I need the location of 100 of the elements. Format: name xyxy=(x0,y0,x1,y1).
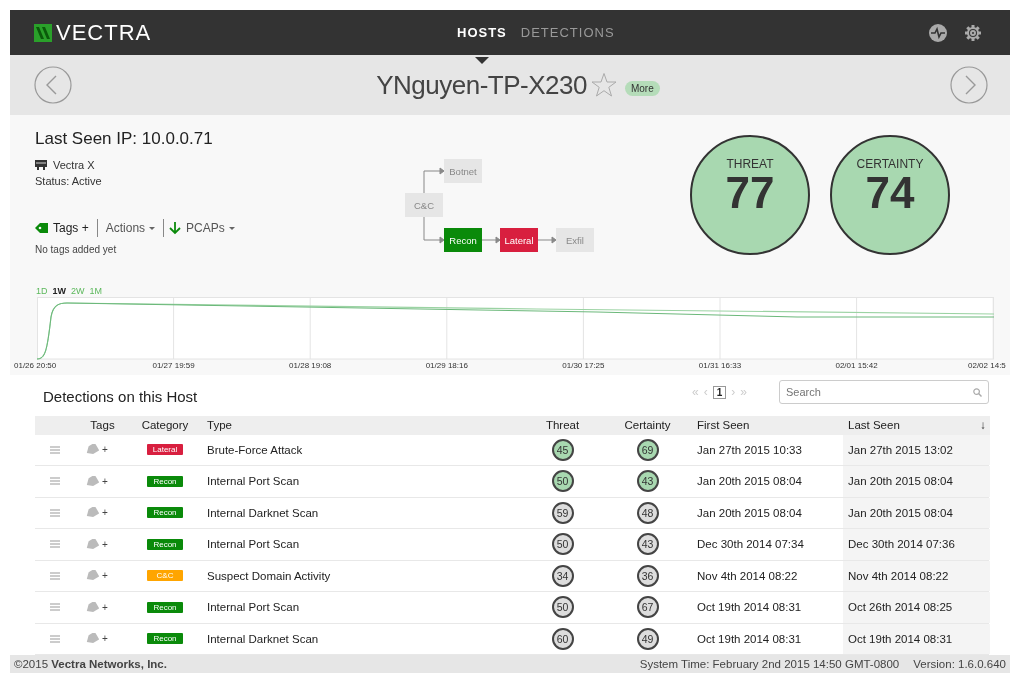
menu-icon[interactable] xyxy=(50,445,60,454)
detection-type[interactable]: Suspect Domain Activity xyxy=(200,560,520,591)
actions-button[interactable]: Actions xyxy=(97,221,164,235)
score-value: 77 xyxy=(725,171,775,215)
table-cell-text: Nov 4th 2014 08:22 xyxy=(696,568,799,584)
table-cell-text: Dec 30th 2014 07:34 xyxy=(696,537,805,553)
score-label: THREAT xyxy=(726,157,774,171)
nav-tab[interactable]: DETECTIONS xyxy=(520,25,615,40)
menu-icon[interactable] xyxy=(50,571,60,580)
score-value: 74 xyxy=(865,171,915,215)
score-circle: 49 xyxy=(636,627,659,650)
more-button[interactable]: More xyxy=(624,80,660,96)
host-name: YNguyen-TP-X230 xyxy=(376,69,587,101)
category-tag: Recon xyxy=(147,538,183,550)
add-tag-button[interactable]: + xyxy=(102,475,108,487)
detection-type[interactable]: Internal Darknet Scan xyxy=(200,497,520,528)
menu-icon[interactable] xyxy=(50,508,60,517)
column-header[interactable]: First Seen xyxy=(690,415,843,435)
score-circle: 43 xyxy=(636,533,659,556)
score-circle: 50 xyxy=(551,470,574,493)
axis-label: 01/29 18:16 xyxy=(425,361,468,370)
logo-text: VECTRA xyxy=(56,19,152,46)
table-cell-text: Oct 19th 2014 08:31 xyxy=(696,600,803,616)
score-circle: 60 xyxy=(551,627,574,650)
next-host-button[interactable] xyxy=(950,66,988,104)
detection-type[interactable]: Internal Port Scan xyxy=(200,466,520,497)
kill-chain-stage: Recon xyxy=(444,228,482,252)
section-title: Detections on this Host xyxy=(43,387,199,405)
tags-note: No tags added yet xyxy=(35,244,118,255)
category-tag: C&C xyxy=(147,570,183,582)
previous-host-button[interactable] xyxy=(34,66,72,104)
sensor-name: Vectra X xyxy=(53,159,95,171)
axis-label: 01/28 19:08 xyxy=(289,361,332,370)
kill-chain-stage: Exfil xyxy=(556,228,594,252)
table-cell: Jan 20th 2015 08:04 xyxy=(843,497,990,528)
star-icon[interactable] xyxy=(590,72,617,98)
category-tag: Lateral xyxy=(147,444,183,456)
column-header[interactable]: Tags xyxy=(75,415,130,435)
category-tag: Recon xyxy=(147,507,183,519)
copyright-text: ©2015 Vectra Networks, Inc. xyxy=(14,658,168,670)
add-tag-button[interactable]: + xyxy=(102,633,108,645)
download-arrow-icon xyxy=(168,221,183,235)
pulse-icon[interactable] xyxy=(929,23,947,42)
tags-button[interactable]: Tags + xyxy=(35,221,97,235)
table-cell-text: Jan 20th 2015 08:04 xyxy=(696,474,803,490)
detection-type[interactable]: Brute-Force Attack xyxy=(200,434,520,465)
detection-type[interactable]: Internal Darknet Scan xyxy=(200,623,520,654)
score-circle: 34 xyxy=(551,564,574,587)
page-button[interactable]: 1 xyxy=(712,385,727,399)
table-cell-text: Jan 27th 2015 10:33 xyxy=(696,442,803,458)
menu-icon[interactable] xyxy=(50,603,60,612)
add-tag-button[interactable]: + xyxy=(102,444,108,456)
column-header[interactable]: Category xyxy=(130,415,200,435)
network-device-icon xyxy=(35,160,47,170)
settings-icon[interactable] xyxy=(964,23,982,42)
detection-type[interactable]: Internal Port Scan xyxy=(200,592,520,623)
column-header[interactable]: Last Seen xyxy=(848,419,900,431)
axis-label: 02/01 15:42 xyxy=(835,361,878,370)
range-tab[interactable]: 1W xyxy=(52,286,66,296)
column-header[interactable]: Type xyxy=(200,415,520,435)
add-tag-button[interactable]: + xyxy=(102,538,108,550)
add-tag-button[interactable]: + xyxy=(102,507,108,519)
host-status: Status: Active xyxy=(35,174,103,189)
score-circle: 36 xyxy=(636,564,659,587)
category-tag: Recon xyxy=(147,475,183,487)
kill-chain-stage: Lateral xyxy=(500,228,538,252)
score-circle: 48 xyxy=(636,501,659,524)
axis-label: 01/30 17:25 xyxy=(562,361,605,370)
pcaps-button[interactable]: PCAPs xyxy=(164,221,243,235)
table-cell: Oct 26th 2014 08:25 xyxy=(843,592,990,623)
table-cell: Nov 4th 2014 08:22 xyxy=(843,560,990,591)
logo-icon xyxy=(34,23,52,42)
system-time: System Time: February 2nd 2015 14:50 GMT-0800 xyxy=(639,658,900,670)
table-cell: Jan 27th 2015 13:02 xyxy=(843,434,990,465)
column-header[interactable]: Certainty xyxy=(605,415,690,435)
score-circle: 59 xyxy=(551,501,574,524)
column-header[interactable]: Threat xyxy=(520,415,605,435)
menu-icon[interactable] xyxy=(50,540,60,549)
add-tag-button[interactable]: + xyxy=(102,570,108,582)
score-circle: 67 xyxy=(636,596,659,619)
add-tag-button[interactable]: + xyxy=(102,601,108,613)
score-label: CERTAINTY xyxy=(856,157,924,171)
axis-label: 01/31 16:33 xyxy=(698,361,742,370)
table-cell-text: Oct 19th 2014 08:31 xyxy=(696,631,803,647)
score-circle: 45 xyxy=(551,438,574,461)
table-cell: Dec 30th 2014 07:36 xyxy=(843,529,990,560)
score-circle: 50 xyxy=(551,533,574,556)
table-cell: Jan 20th 2015 08:04 xyxy=(843,466,990,497)
menu-icon[interactable] xyxy=(50,634,60,643)
score-circle: 69 xyxy=(636,438,659,461)
detection-type[interactable]: Internal Port Scan xyxy=(200,529,520,560)
sort-indicator[interactable]: ↓ xyxy=(980,419,986,431)
version-text: Version: 1.6.0.640 xyxy=(913,658,1006,670)
search-icon xyxy=(973,388,982,398)
kill-chain-stage: C&C xyxy=(405,193,443,217)
search-field[interactable]: Search xyxy=(779,380,989,405)
score-circle: 43 xyxy=(636,470,659,493)
axis-label: 02/02 14:5 xyxy=(968,361,1006,370)
menu-icon[interactable] xyxy=(50,477,60,486)
category-tag: Recon xyxy=(147,633,183,645)
